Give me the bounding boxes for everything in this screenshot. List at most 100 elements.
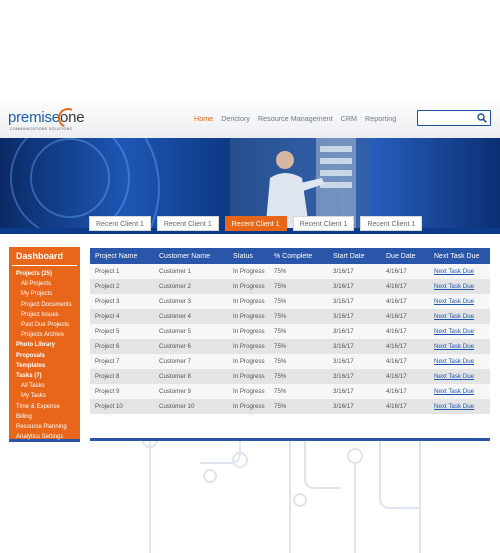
cell-status: In Progress — [233, 328, 265, 335]
cell-due-date: 4/16/17 — [386, 328, 407, 335]
cell-project-name: Project 5 — [95, 328, 120, 335]
cell-start-date: 3/16/17 — [333, 358, 354, 365]
nav-home[interactable]: Home — [190, 114, 217, 123]
tab-recent-client[interactable]: Recent Client 1 — [360, 216, 423, 231]
cell-customer-name: Customer 10 — [159, 403, 195, 410]
cell-percent-complete: 75% — [274, 313, 287, 320]
next-task-due-link[interactable]: Next Task Due — [434, 403, 474, 410]
sidebar-item-resource-planning[interactable]: Resource Planning — [9, 422, 80, 432]
next-task-due-link[interactable]: Next Task Due — [434, 358, 474, 365]
cell-project-name: Project 3 — [95, 298, 120, 305]
sidebar-item-projects-archive[interactable]: Projects Archive — [9, 330, 80, 340]
sidebar-item-past-due-projects[interactable]: Past Due Projects — [9, 320, 80, 330]
next-task-due-link[interactable]: Next Task Due — [434, 313, 474, 320]
cell-customer-name: Customer 5 — [159, 328, 191, 335]
col-project-name[interactable]: Project Name — [90, 248, 154, 264]
search-icon[interactable] — [477, 113, 487, 123]
table-row[interactable]: Project 8 Customer 8 In Progress 75% 3/1… — [90, 369, 490, 384]
tab-recent-client[interactable]: Recent Client 1 — [89, 216, 151, 231]
cell-start-date: 3/16/17 — [333, 403, 354, 410]
nav-reporting[interactable]: Reporting — [361, 114, 400, 123]
tab-recent-client-active[interactable]: Recent Client 1 — [224, 216, 287, 231]
table-body: Project 1 Customer 1 In Progress 75% 3/1… — [90, 264, 490, 414]
banner-ring — [30, 138, 110, 218]
cell-status: In Progress — [233, 403, 265, 410]
cell-customer-name: Customer 6 — [159, 343, 191, 350]
col-start-date[interactable]: Start Date — [328, 248, 381, 264]
col-customer-name[interactable]: Customer Name — [154, 248, 228, 264]
table-row[interactable]: Project 5 Customer 5 In Progress 75% 3/1… — [90, 324, 490, 339]
cell-due-date: 4/16/17 — [386, 373, 407, 380]
cell-status: In Progress — [233, 268, 265, 275]
col-due-date[interactable]: Due Date — [381, 248, 429, 264]
cell-status: In Progress — [233, 358, 265, 365]
brand-tagline: COMMUNICATIONS SOLUTIONS — [10, 127, 73, 131]
cell-customer-name: Customer 8 — [159, 373, 191, 380]
nav-crm[interactable]: CRM — [337, 114, 361, 123]
cell-customer-name: Customer 2 — [159, 283, 191, 290]
cell-customer-name: Customer 3 — [159, 298, 191, 305]
table-row[interactable]: Project 3 Customer 3 In Progress 75% 3/1… — [90, 294, 490, 309]
sidebar-item-photo-library[interactable]: Photo Library — [9, 340, 80, 350]
main-nav: Home Derictory Resource Management CRM R… — [190, 114, 400, 123]
sidebar-item-billing[interactable]: Billing — [9, 412, 80, 422]
col-next-task-due[interactable]: Next Task Due — [429, 248, 490, 264]
sidebar-item-analytics-settings[interactable]: Analytics Settings — [9, 432, 80, 442]
dashboard-sidebar: Dashboard Projects (25) All Projects My … — [9, 247, 80, 442]
cell-project-name: Project 2 — [95, 283, 120, 290]
next-task-due-link[interactable]: Next Task Due — [434, 298, 474, 305]
sidebar-item-project-documents[interactable]: Project Documents — [9, 300, 80, 310]
tab-recent-client[interactable]: Recent Client 1 — [292, 216, 355, 231]
sidebar-item-my-projects[interactable]: My Projects — [9, 289, 80, 299]
nav-directory[interactable]: Derictory — [217, 114, 254, 123]
table-row[interactable]: Project 1 Customer 1 In Progress 75% 3/1… — [90, 264, 490, 279]
next-task-due-link[interactable]: Next Task Due — [434, 388, 474, 395]
sidebar-item-all-projects[interactable]: All Projects — [9, 279, 80, 289]
cell-project-name: Project 1 — [95, 268, 120, 275]
next-task-due-link[interactable]: Next Task Due — [434, 268, 474, 275]
table-row[interactable]: Project 6 Customer 6 In Progress 75% 3/1… — [90, 339, 490, 354]
cell-project-name: Project 10 — [95, 403, 123, 410]
sidebar-item-project-issues[interactable]: Project Issues — [9, 310, 80, 320]
sidebar-item-time-expense[interactable]: Time & Expense — [9, 402, 80, 412]
cell-status: In Progress — [233, 343, 265, 350]
cell-status: In Progress — [233, 388, 265, 395]
next-task-due-link[interactable]: Next Task Due — [434, 343, 474, 350]
table-header-row: Project Name Customer Name Status % Comp… — [90, 248, 490, 264]
sidebar-item-tasks[interactable]: Tasks (7) — [9, 371, 80, 381]
brand-logo[interactable]: premiseone COMMUNICATIONS SOLUTIONS — [8, 105, 88, 133]
next-task-due-link[interactable]: Next Task Due — [434, 283, 474, 290]
cell-start-date: 3/16/17 — [333, 283, 354, 290]
cell-project-name: Project 4 — [95, 313, 120, 320]
brand-name-a: premise — [8, 109, 60, 126]
next-task-due-link[interactable]: Next Task Due — [434, 328, 474, 335]
sidebar-item-my-tasks[interactable]: My Tasks — [9, 391, 80, 401]
cell-project-name: Project 6 — [95, 343, 120, 350]
table-row[interactable]: Project 4 Customer 4 In Progress 75% 3/1… — [90, 309, 490, 324]
cell-project-name: Project 7 — [95, 358, 120, 365]
sidebar-item-projects[interactable]: Projects (25) — [9, 269, 80, 279]
cell-percent-complete: 75% — [274, 388, 287, 395]
table-row[interactable]: Project 10 Customer 10 In Progress 75% 3… — [90, 399, 490, 414]
tab-recent-client[interactable]: Recent Client 1 — [156, 216, 219, 231]
cell-percent-complete: 75% — [274, 358, 287, 365]
cell-percent-complete: 75% — [274, 298, 287, 305]
cell-due-date: 4/16/17 — [386, 283, 407, 290]
cell-customer-name: Customer 4 — [159, 313, 191, 320]
sidebar-item-templates[interactable]: Templates — [9, 361, 80, 371]
cell-start-date: 3/16/17 — [333, 328, 354, 335]
cell-due-date: 4/16/17 — [386, 268, 407, 275]
search-input[interactable] — [417, 110, 491, 126]
sidebar-item-proposals[interactable]: Proposals — [9, 351, 80, 361]
sidebar-item-all-tasks[interactable]: All Tasks — [9, 381, 80, 391]
table-row[interactable]: Project 7 Customer 7 In Progress 75% 3/1… — [90, 354, 490, 369]
cell-percent-complete: 75% — [274, 268, 287, 275]
col-status[interactable]: Status — [228, 248, 269, 264]
projects-table: Project Name Customer Name Status % Comp… — [90, 248, 490, 414]
table-row[interactable]: Project 2 Customer 2 In Progress 75% 3/1… — [90, 279, 490, 294]
cell-percent-complete: 75% — [274, 283, 287, 290]
table-row[interactable]: Project 9 Customer 9 In Progress 75% 3/1… — [90, 384, 490, 399]
next-task-due-link[interactable]: Next Task Due — [434, 373, 474, 380]
nav-resource-management[interactable]: Resource Management — [254, 114, 337, 123]
col-percent-complete[interactable]: % Complete — [269, 248, 328, 264]
